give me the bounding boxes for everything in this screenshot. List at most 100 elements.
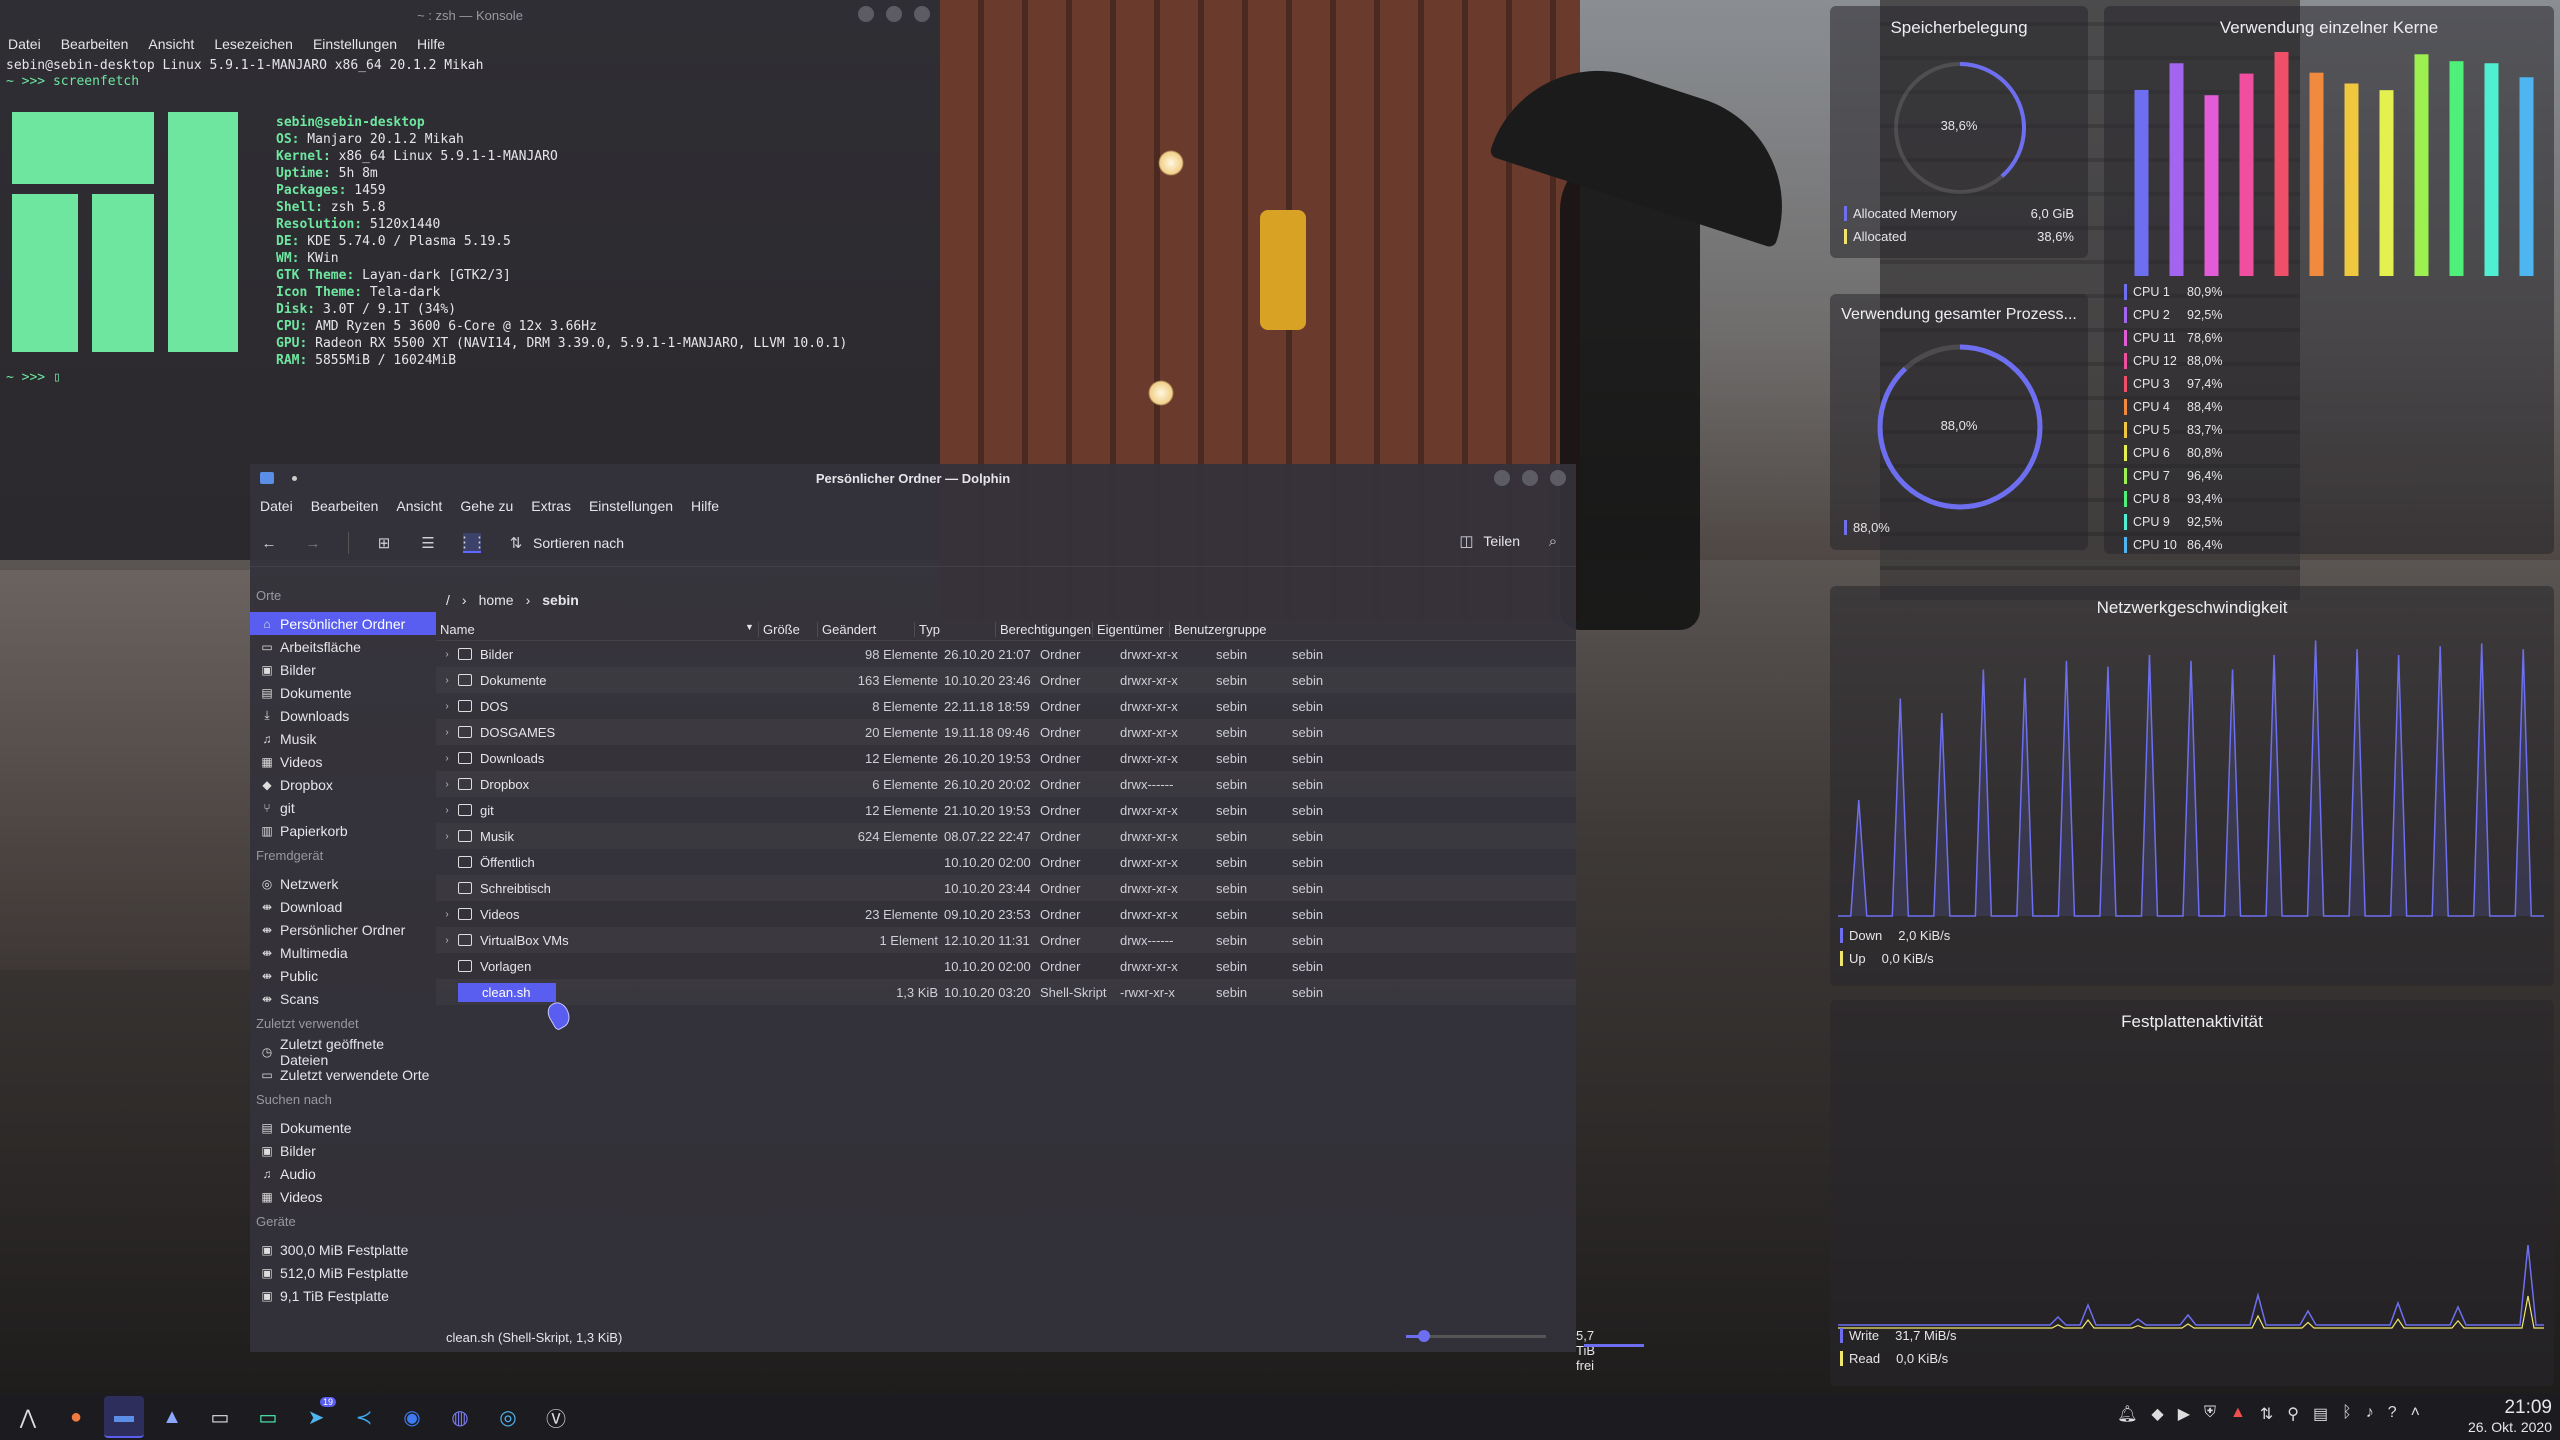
column-owner[interactable]: Eigentümer xyxy=(1092,621,1169,637)
expand-icon[interactable]: › xyxy=(436,649,458,660)
table-row[interactable]: Vorlagen 10.10.20 02:00 Ordner drwxr-xr-x se… xyxy=(436,953,1576,979)
places-item[interactable]: ♫ Audio xyxy=(250,1162,436,1185)
terminal-icon[interactable]: ▭ xyxy=(248,1397,288,1437)
breadcrumb-root[interactable]: / xyxy=(446,592,450,608)
column-size[interactable]: ▼ Größe xyxy=(745,621,817,637)
maximize-button[interactable] xyxy=(1522,470,1538,486)
steam-icon[interactable]: ◎ xyxy=(488,1397,528,1437)
column-type[interactable]: Typ xyxy=(914,621,995,637)
table-row[interactable]: › DOSGAMES 20 Elemente 19.11.18 09:46 Ordner… xyxy=(436,719,1576,745)
table-row[interactable]: › Musik 624 Elemente 08.07.22 22:47 Ordner dr… xyxy=(436,823,1576,849)
menu-item[interactable]: Bearbeiten xyxy=(311,498,379,514)
table-row[interactable]: Öffentlich 10.10.20 02:00 Ordner drwxr-xr-x… xyxy=(436,849,1576,875)
places-item[interactable]: ▦ Videos xyxy=(250,1185,436,1208)
discord-icon[interactable]: ◍ xyxy=(440,1397,480,1437)
places-item[interactable]: ▭ Arbeitsfläche xyxy=(250,635,436,658)
disk-widget[interactable]: Festplattenaktivität Write 31,7 MiB/s Read… xyxy=(1830,1000,2554,1386)
table-row[interactable]: › git 12 Elemente 21.10.20 19:53 Ordner drwxr… xyxy=(436,797,1576,823)
expand-icon[interactable]: › xyxy=(436,805,458,816)
notifications-icon[interactable]: 🔔︎ xyxy=(2117,1404,2137,1424)
table-row[interactable]: › Dropbox 6 Elemente 26.10.20 20:02 Ordner dr… xyxy=(436,771,1576,797)
table-row[interactable]: › VirtualBox VMs 1 Element 12.10.20 11:31 Or… xyxy=(436,927,1576,953)
compact-view-icon[interactable]: ☰ xyxy=(419,534,437,552)
contacts-icon[interactable]: ▲ xyxy=(152,1397,192,1437)
maximize-button[interactable] xyxy=(886,6,902,22)
back-icon[interactable]: ← xyxy=(260,534,278,552)
expand-icon[interactable]: › xyxy=(436,753,458,764)
file-name-cell[interactable]: Bilder xyxy=(458,647,758,662)
table-row[interactable]: clean.sh 1,3 KiB 10.10.20 03:20 Shell-Skrip… xyxy=(436,979,1576,1005)
bluetooth-icon[interactable]: ᛒ xyxy=(2342,1404,2352,1424)
table-row[interactable]: › DOS 8 Elemente 22.11.18 18:59 Ordner drwxr-… xyxy=(436,693,1576,719)
dropbox-icon[interactable]: ◆ xyxy=(2151,1404,2163,1424)
column-permissions[interactable]: Berechtigungen xyxy=(995,621,1092,637)
dolphin-window[interactable]: Persönlicher Ordner — Dolphin Datei Bearb… xyxy=(250,464,1644,1373)
file-name-cell[interactable]: Dokumente xyxy=(458,673,758,688)
expand-icon[interactable]: › xyxy=(436,779,458,790)
volume-icon[interactable]: ♪ xyxy=(2366,1404,2374,1424)
breadcrumb-home[interactable]: home xyxy=(479,592,514,608)
share-button[interactable]: ◫ Teilen xyxy=(1457,532,1520,550)
close-button[interactable] xyxy=(1550,470,1566,486)
vscode-icon[interactable]: ≺ xyxy=(344,1397,384,1437)
minimize-button[interactable] xyxy=(858,6,874,22)
places-item[interactable]: ▣ 512,0 MiB Festplatte xyxy=(250,1261,436,1284)
search-icon[interactable]: ⌕ xyxy=(1544,532,1562,550)
expand-icon[interactable]: › xyxy=(436,701,458,712)
help-icon[interactable]: ? xyxy=(2388,1404,2397,1424)
chevron-up-icon[interactable]: ˄ xyxy=(2411,1404,2420,1424)
places-item[interactable]: ◷ Zuletzt geöffnete Dateien xyxy=(250,1036,436,1068)
menu-item[interactable]: Datei xyxy=(8,36,41,52)
file-name-cell[interactable]: git xyxy=(458,803,758,818)
places-item[interactable]: ▣ Bilder xyxy=(250,658,436,681)
places-item[interactable]: ▣ Bilder xyxy=(250,1139,436,1162)
cpu-total-widget[interactable]: Verwendung gesamter Prozess... 88,0% 88,… xyxy=(1830,294,2088,550)
file-name-cell[interactable]: Musik xyxy=(458,829,758,844)
table-row[interactable]: › Dokumente 163 Elemente 10.10.20 23:46 Ordn… xyxy=(436,667,1576,693)
places-item[interactable]: ⇼ Download xyxy=(250,895,436,918)
places-item[interactable]: ▭ Zuletzt verwendete Orte xyxy=(250,1063,436,1086)
app-launcher-icon[interactable]: ⋀ xyxy=(8,1397,48,1437)
expand-icon[interactable]: › xyxy=(436,675,458,686)
icons-view-icon[interactable]: ⊞ xyxy=(375,534,393,552)
file-name-cell[interactable]: VirtualBox VMs xyxy=(458,933,758,948)
menu-item[interactable]: Ansicht xyxy=(396,498,442,514)
zoom-slider[interactable] xyxy=(1406,1330,1546,1342)
expand-icon[interactable]: › xyxy=(436,831,458,842)
clipboard-icon[interactable]: ▤ xyxy=(2313,1404,2328,1424)
places-item[interactable]: ⑂ git xyxy=(250,796,436,819)
places-item[interactable]: ▤ Dokumente xyxy=(250,1116,436,1139)
menu-item[interactable]: Extras xyxy=(531,498,571,514)
firefox-icon[interactable]: ● xyxy=(56,1397,96,1437)
location-icon[interactable]: ⚲ xyxy=(2287,1404,2299,1424)
telegram-icon[interactable]: ➤ 19 xyxy=(296,1397,336,1437)
network-widget[interactable]: Netzwerkgeschwindigkeit Down 2,0 KiB/s Up 0… xyxy=(1830,586,2554,986)
places-item[interactable]: ⌂ Persönlicher Ordner xyxy=(250,612,436,635)
places-item[interactable]: ⇼ Persönlicher Ordner xyxy=(250,918,436,941)
table-row[interactable]: › Videos 23 Elemente 09.10.20 23:53 Ordner dr… xyxy=(436,901,1576,927)
minimize-button[interactable] xyxy=(1494,470,1510,486)
file-name-cell[interactable]: clean.sh xyxy=(458,982,758,1002)
column-name[interactable]: Name xyxy=(436,622,758,637)
sort-button[interactable]: ⇅ Sortieren nach xyxy=(507,534,624,552)
update-icon[interactable]: ▲ xyxy=(2230,1404,2246,1424)
file-name-cell[interactable]: Vorlagen xyxy=(458,959,758,974)
konsole-icon[interactable]: ▭ xyxy=(200,1397,240,1437)
places-item[interactable]: ⇼ Scans xyxy=(250,987,436,1010)
memory-widget[interactable]: Speicherbelegung 38,6% Allocated Memory 6… xyxy=(1830,6,2088,258)
forward-icon[interactable]: → xyxy=(304,534,322,552)
menu-item[interactable]: Hilfe xyxy=(417,36,445,52)
menu-item[interactable]: Datei xyxy=(260,498,293,514)
places-item[interactable]: ▣ 300,0 MiB Festplatte xyxy=(250,1238,436,1261)
menu-item[interactable]: Einstellungen xyxy=(589,498,673,514)
menu-item[interactable]: Lesezeichen xyxy=(214,36,293,52)
file-name-cell[interactable]: Videos xyxy=(458,907,758,922)
cores-widget[interactable]: Verwendung einzelner Kerne CPU 1 80,9% CPU… xyxy=(2104,6,2554,554)
thunderbird-icon[interactable]: ◉ xyxy=(392,1397,432,1437)
network-icon[interactable]: ⇅ xyxy=(2260,1404,2273,1424)
details-view-icon[interactable]: ⋮⋮ xyxy=(457,533,487,553)
shield-icon[interactable]: ⛨ xyxy=(2204,1404,2216,1424)
close-button[interactable] xyxy=(914,6,930,22)
menu-item[interactable]: Ansicht xyxy=(148,36,194,52)
column-group[interactable]: Benutzergruppe xyxy=(1169,621,1274,637)
